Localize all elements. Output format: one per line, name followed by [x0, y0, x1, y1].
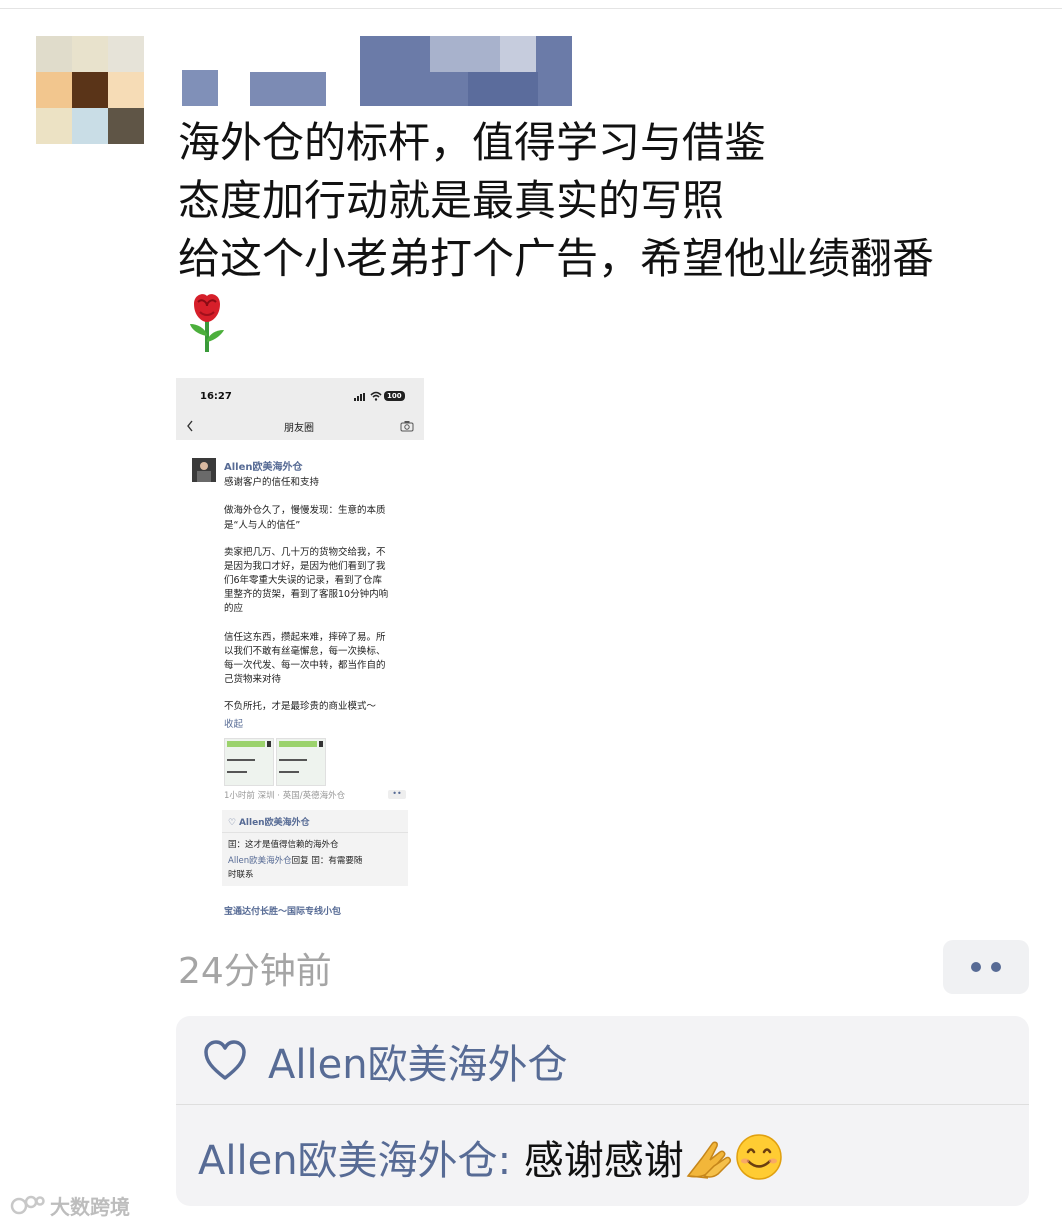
screenshot-meta: 1小时前 深圳 · 英国/英德海外仓 — [224, 791, 346, 801]
screenshot-line: 里整齐的货架，看到了客服10分钟内响 — [224, 589, 389, 600]
post-image-screenshot[interactable]: 16:27 100 朋友圈 Allen欧美海外仓 感谢客户的信任和支持 做海外仓… — [176, 378, 424, 918]
post-line: 态度加行动就是最真实的写照 — [178, 176, 725, 225]
author-avatar[interactable] — [36, 36, 144, 144]
screenshot-line: 己货物来对待 — [224, 674, 282, 685]
watermark-logo-icon — [10, 1195, 45, 1215]
screenshot-line: 信任这东西，攒起来难，摔碎了易。所 — [224, 632, 386, 643]
screenshot-divider — [222, 832, 408, 833]
more-dots-icon — [971, 962, 981, 972]
post-line: 给这个小老弟打个广告，希望他业绩翻番 — [178, 234, 935, 283]
status-time: 16:27 — [200, 391, 232, 402]
screenshot-next-author: 宝通达付长胜～国际专线小包 — [224, 907, 342, 917]
screenshot-comment: 时联系 — [228, 870, 254, 880]
screenshot-line: 是“人与人的信任” — [224, 520, 301, 531]
screenshot-line: 做海外仓久了，慢慢发现：生意的本质 — [224, 505, 386, 516]
screenshot-more-icon[interactable]: •• — [388, 790, 406, 799]
post-content: 海外仓的标杆，值得学习与借鉴 态度加行动就是最真实的写照 给这个小老弟打个广告，… — [178, 114, 1038, 288]
screenshot-line: 的应 — [224, 603, 244, 614]
post-time: 24分钟前 — [178, 951, 332, 992]
screenshot-title: 朋友圈 — [284, 423, 314, 434]
more-dots-icon — [991, 962, 1001, 972]
screenshot-line: 是因为我口才好，是因为他们看到了我 — [224, 561, 386, 572]
screenshot-line: 感谢客户的信任和支持 — [224, 477, 320, 488]
screenshot-thumb — [224, 738, 274, 786]
likes-comments-panel: Allen欧美海外仓 Allen欧美海外仓: 感谢感谢 — [176, 1016, 1029, 1206]
screenshot-line: 们6年零重大失误的记录，看到了仓库 — [224, 575, 383, 586]
screenshot-like: ♡ Allen欧美海外仓 — [228, 818, 310, 828]
author-name-blurred[interactable] — [178, 36, 578, 108]
screenshot-collapse[interactable]: 收起 — [224, 716, 243, 730]
pray-hands-emoji — [686, 1141, 731, 1179]
screenshot-avatar — [192, 458, 216, 482]
like-user-link[interactable]: Allen欧美海外仓 — [268, 1032, 568, 1090]
rose-emoji — [190, 294, 224, 352]
screenshot-line: 卖家把几万、几十万的货物交给我，不 — [224, 547, 386, 558]
screenshot-line: 不负所托，才是最珍贵的商业模式～ — [224, 701, 377, 712]
top-divider — [0, 8, 1062, 9]
post-line: 海外仓的标杆，值得学习与借鉴 — [178, 118, 767, 167]
likes-row: Allen欧美海外仓 — [176, 1016, 1029, 1104]
smile-emoji — [736, 1134, 782, 1180]
comment-text: 感谢感谢 — [523, 1138, 684, 1184]
screenshot-comment: Allen欧美海外仓回复 囯：有需要随 — [228, 856, 363, 866]
heart-icon — [204, 1040, 246, 1080]
camera-icon[interactable] — [400, 420, 414, 432]
comment-item[interactable]: Allen欧美海外仓: 感谢感谢 — [198, 1128, 784, 1186]
panel-divider — [176, 1104, 1029, 1105]
comment-separator: : — [497, 1138, 524, 1184]
screenshot-line: 每一次代发、每一次中转，都当作自的 — [224, 660, 386, 671]
screenshot-line: 以我们不敢有丝毫懈怠，每一次换标、 — [224, 646, 386, 657]
screenshot-author: Allen欧美海外仓 — [224, 462, 303, 473]
comment-author[interactable]: Allen欧美海外仓 — [198, 1138, 498, 1184]
screenshot-comment: 囯：这才是值得信赖的海外仓 — [228, 840, 339, 850]
battery-indicator: 100 — [384, 391, 405, 401]
back-chevron-icon[interactable] — [186, 420, 194, 432]
watermark-text: 大数跨境 — [50, 1194, 130, 1219]
signal-icon — [354, 393, 365, 401]
watermark: 大数跨境 — [10, 1190, 130, 1220]
more-options-button[interactable] — [943, 940, 1029, 994]
wifi-icon — [370, 391, 382, 401]
screenshot-thumb — [276, 738, 326, 786]
